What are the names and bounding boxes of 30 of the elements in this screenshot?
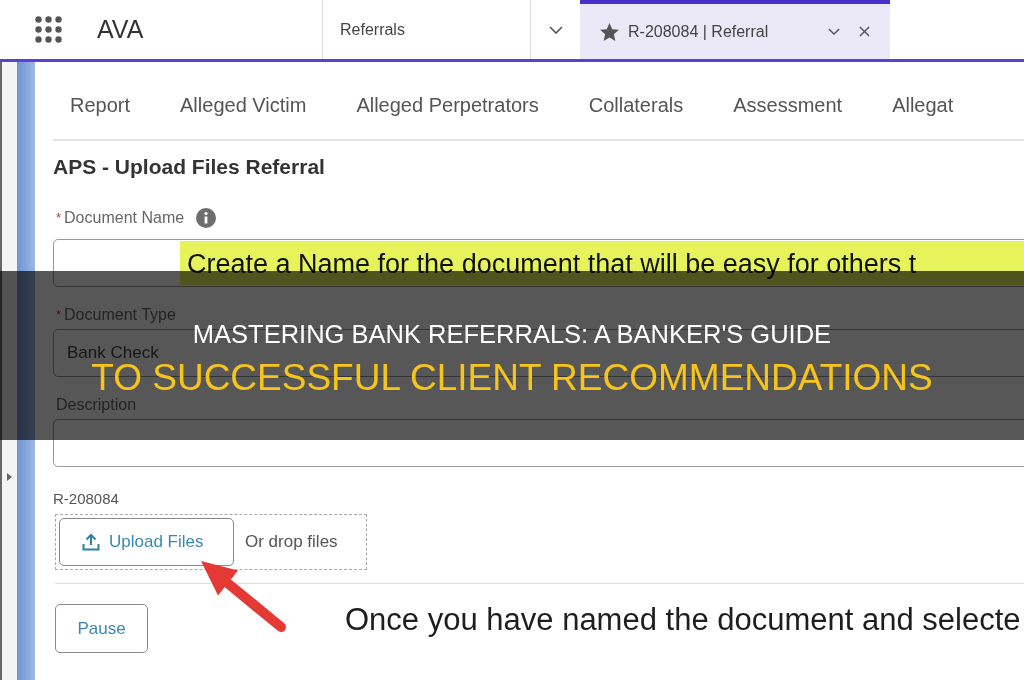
- caret-icon[interactable]: [7, 473, 12, 481]
- drop-hint: Or drop files: [245, 532, 338, 552]
- record-tab[interactable]: Alleged Perpetrators: [356, 93, 539, 120]
- record-tab[interactable]: Allegat: [892, 93, 954, 120]
- info-icon[interactable]: [196, 208, 217, 228]
- close-icon[interactable]: [859, 26, 870, 37]
- nav-tab[interactable]: R-208084 | Referral: [580, 0, 890, 59]
- record-tab[interactable]: Collaterals: [588, 93, 684, 120]
- nav-tab[interactable]: Referrals: [322, 0, 530, 59]
- form-title: APS - Upload Files Referral: [53, 154, 326, 180]
- annotation-caption: Once you have named the document and selecte: [345, 601, 1021, 638]
- upload-files-button[interactable]: Upload Files: [59, 518, 234, 566]
- textarea-field[interactable]: [53, 419, 1024, 467]
- tab-label: R-208084 | Referral: [628, 22, 769, 41]
- chevron-down-icon[interactable]: [828, 28, 840, 35]
- app-name: AVA: [97, 15, 144, 44]
- record-tab[interactable]: Report: [70, 93, 131, 120]
- field-label: Document Name: [64, 208, 185, 228]
- chevron-down-icon: [548, 25, 563, 34]
- star-icon[interactable]: [600, 22, 619, 41]
- tab-label: Referrals: [340, 20, 405, 39]
- app-launcher-icon[interactable]: [35, 16, 62, 43]
- pause-button[interactable]: Pause: [55, 604, 148, 653]
- required-mark: *: [56, 209, 62, 227]
- upload-icon: [82, 533, 100, 551]
- required-mark: *: [56, 306, 62, 324]
- record-tab[interactable]: Alleged Victim: [180, 93, 307, 120]
- drop-zone[interactable]: Upload Files Or drop files: [55, 514, 367, 570]
- field-label: R-208084: [53, 489, 120, 508]
- record-tab[interactable]: Assessment: [733, 93, 843, 120]
